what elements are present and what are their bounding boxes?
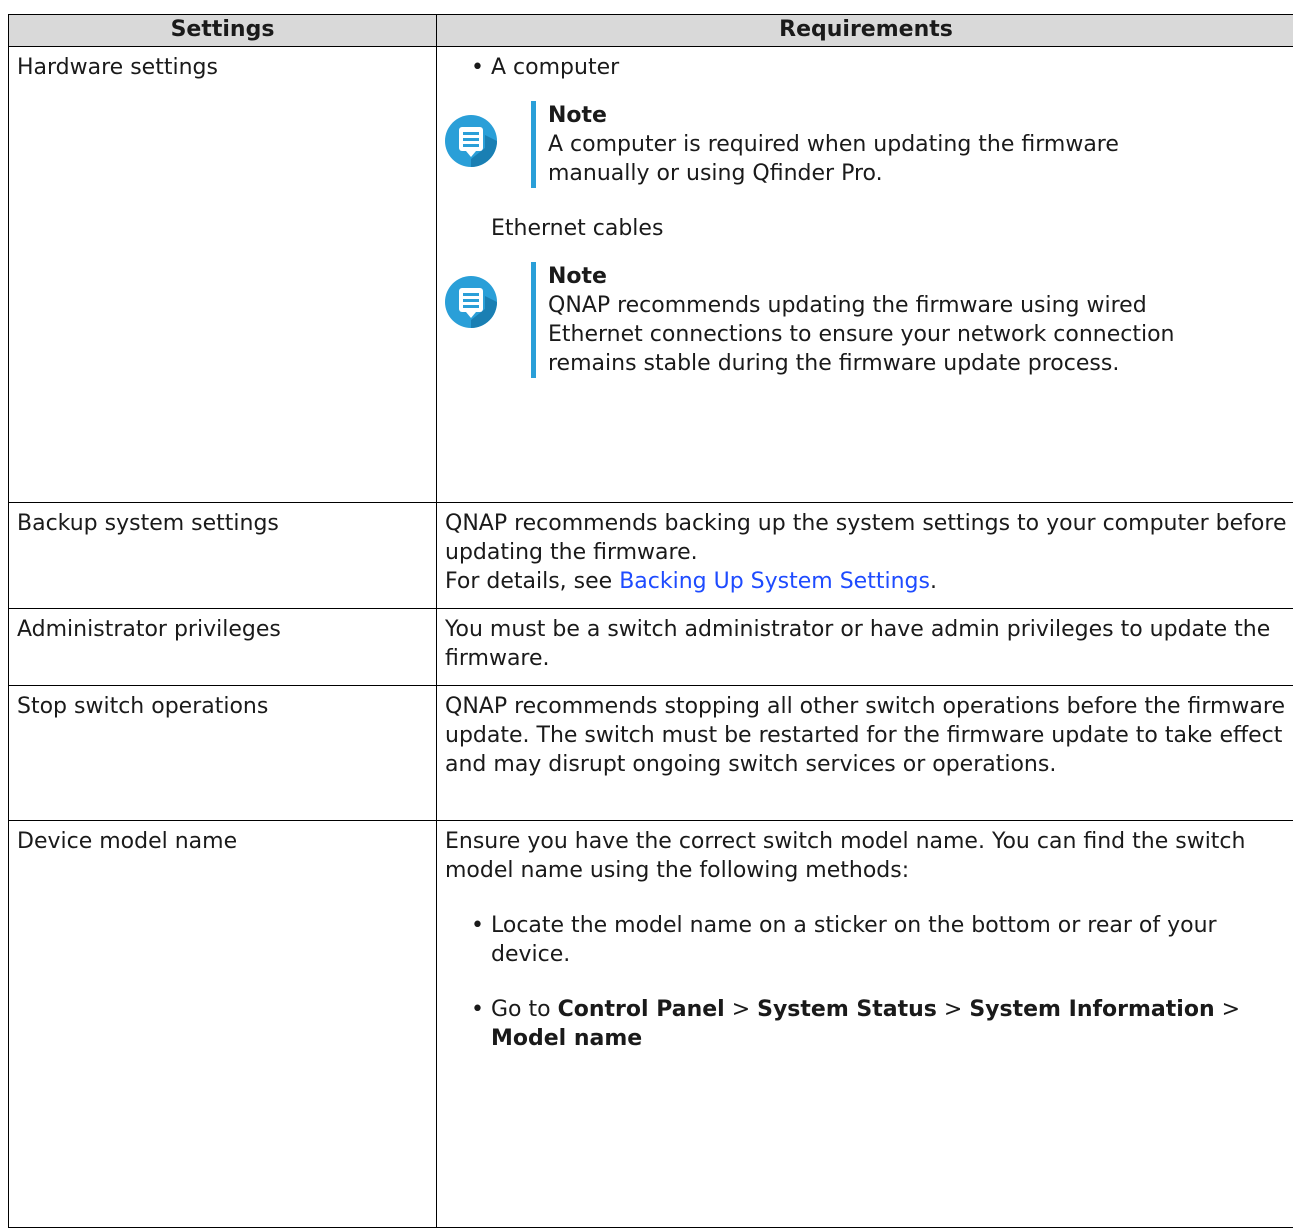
requirement-backup: QNAP recommends backing up the system se… [437,503,1293,609]
note-body: Note A computer is required when updatin… [531,101,1287,188]
table-row: Hardware settings •A computer [9,47,1293,503]
backup-details: For details, see Backing Up System Setti… [445,567,1287,596]
note-icon [445,276,497,328]
path-system-information: System Information [969,997,1214,1022]
path-system-status: System Status [757,997,937,1022]
list-item: •A computer [445,53,1287,82]
note-title: Note [548,101,1287,130]
note-text: A computer is required when updating the… [548,130,1168,188]
list-item: •Locate the model name on a sticker on t… [445,911,1287,969]
note-body: Note QNAP recommends updating the firmwa… [531,262,1287,378]
item-ethernet: Ethernet cables [445,214,1287,243]
setting-backup: Backup system settings [9,503,437,609]
details-suffix: . [930,569,937,594]
column-header-settings: Settings [9,15,437,47]
requirement-stop: QNAP recommends stopping all other switc… [437,686,1293,821]
list-item: •Go to Control Panel > System Status > S… [445,995,1287,1053]
model-text: Ensure you have the correct switch model… [445,827,1287,885]
requirement-model: Ensure you have the correct switch model… [437,821,1293,1228]
setting-stop: Stop switch operations [9,686,437,821]
requirements-table: Settings Requirements Hardware settings … [8,14,1293,1228]
table-row: Administrator privileges You must be a s… [9,609,1293,686]
requirement-admin: You must be a switch administrator or ha… [437,609,1293,686]
setting-model: Device model name [9,821,437,1228]
backing-up-system-settings-link[interactable]: Backing Up System Settings [619,569,930,594]
details-prefix: For details, see [445,569,619,594]
item-computer: A computer [491,55,619,80]
table-row: Device model name Ensure you have the co… [9,821,1293,1228]
note-icon [445,115,497,167]
table-header-row: Settings Requirements [9,15,1293,47]
note-title: Note [548,262,1287,291]
setting-hardware: Hardware settings [9,47,437,503]
path-control-panel: Control Panel [558,997,725,1022]
note-box: Note A computer is required when updatin… [445,101,1287,188]
requirement-hardware: •A computer Note A computer is req [437,47,1293,503]
note-text: QNAP recommends updating the firmware us… [548,291,1188,378]
table-row: Backup system settings QNAP recommends b… [9,503,1293,609]
backup-text: QNAP recommends backing up the system se… [445,509,1287,567]
note-box: Note QNAP recommends updating the firmwa… [445,262,1287,378]
path-model-name: Model name [491,1026,642,1051]
column-header-requirements: Requirements [437,15,1293,47]
setting-admin: Administrator privileges [9,609,437,686]
method-sticker: Locate the model name on a sticker on th… [491,913,1217,967]
method-path: Go to Control Panel > System Status > Sy… [491,997,1240,1051]
table-row: Stop switch operations QNAP recommends s… [9,686,1293,821]
